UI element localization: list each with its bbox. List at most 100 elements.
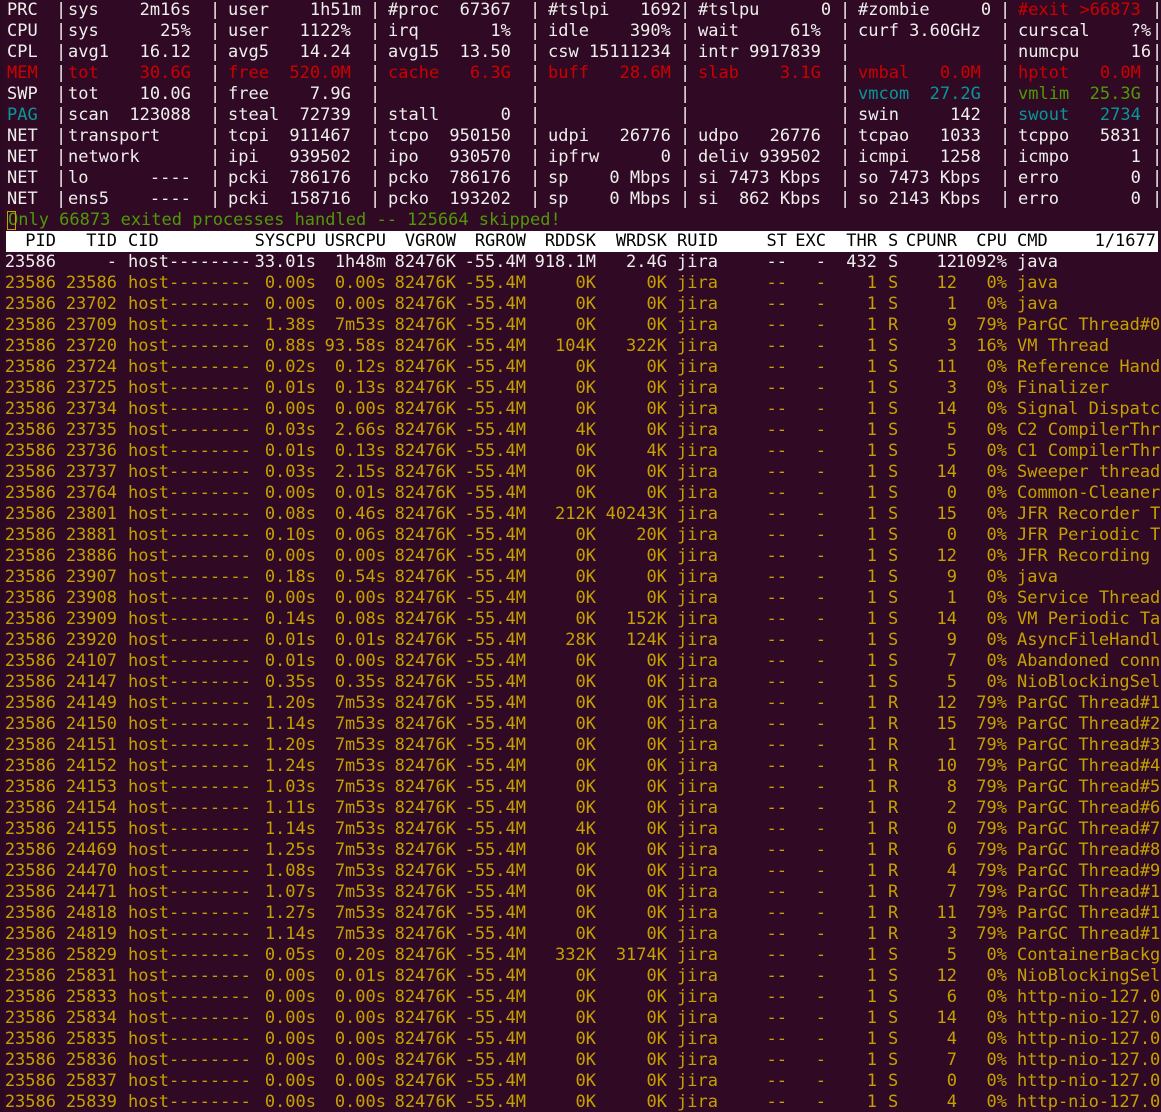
- thread-row[interactable]: 23586 23709 host-------- 1.38s 7m53s 82476K -5…: [0, 315, 1161, 336]
- cell-exc: -: [815, 441, 826, 461]
- cell-ruid: jira: [677, 504, 718, 524]
- thread-row[interactable]: 23586 23881 host-------- 0.10s 0.06s 82476K -5…: [0, 525, 1161, 546]
- cell-cmd: JFR Recorder T: [1017, 504, 1161, 524]
- cell-pid: 23586: [4, 378, 56, 398]
- cell-vgrow: 82476K: [394, 651, 456, 671]
- column-separator: |: [1152, 126, 1161, 146]
- terminal-window[interactable]: PRC | | | | | | | | sys 2m16s user 1h51m #proc 6736…: [0, 0, 1161, 1112]
- cell-cpunr: 10: [936, 756, 957, 776]
- summary-field: ipi 939502: [228, 147, 351, 167]
- summary-field: sys 2m16s: [68, 0, 191, 20]
- column-separator: |: [840, 63, 851, 83]
- cell-cid: host--------: [128, 525, 251, 545]
- cell-cpunr: 12: [936, 252, 957, 272]
- thread-row[interactable]: 23586 23886 host-------- 0.00s 0.00s 82476K -5…: [0, 546, 1161, 567]
- cell-rddsk: 0K: [575, 1029, 596, 1049]
- cell-cpunr: 4: [946, 1092, 957, 1112]
- cell-ruid: jira: [677, 672, 718, 692]
- thread-row[interactable]: 23586 24107 host-------- 0.01s 0.00s 82476K -5…: [0, 651, 1161, 672]
- cell-cid: host--------: [128, 588, 251, 608]
- cell-thr: 1: [866, 315, 877, 335]
- column-header-s: S: [888, 231, 899, 251]
- cell-cid: host--------: [128, 840, 251, 860]
- thread-row[interactable]: 23586 24153 host-------- 1.03s 7m53s 82476K -5…: [0, 777, 1161, 798]
- thread-row[interactable]: 23586 23909 host-------- 0.14s 0.08s 82476K -5…: [0, 609, 1161, 630]
- thread-row[interactable]: 23586 24469 host-------- 1.25s 7m53s 82476K -5…: [0, 840, 1161, 861]
- thread-row[interactable]: 23586 23702 host-------- 0.00s 0.00s 82476K -5…: [0, 294, 1161, 315]
- cell-cid: host--------: [128, 252, 251, 272]
- thread-row[interactable]: 23586 23720 host-------- 0.88s 93.58s 82476K -…: [0, 336, 1161, 357]
- cell-rgrow: -55.4M: [464, 630, 526, 650]
- cell-cpunr: 12: [936, 693, 957, 713]
- column-separator: |: [1152, 168, 1161, 188]
- thread-row[interactable]: 23586 23764 host-------- 0.00s 0.01s 82476K -5…: [0, 483, 1161, 504]
- thread-row[interactable]: 23586 25831 host-------- 0.00s 0.01s 82476K -5…: [0, 966, 1161, 987]
- thread-row[interactable]: 23586 23737 host-------- 0.03s 2.15s 82476K -5…: [0, 462, 1161, 483]
- cell-cpunr: 12: [936, 966, 957, 986]
- cell-cpu: 79%: [976, 777, 1007, 797]
- summary-field: vmcom 27.2G: [858, 84, 981, 104]
- thread-row[interactable]: 23586 23920 host-------- 0.01s 0.01s 82476K -5…: [0, 630, 1161, 651]
- thread-row[interactable]: 23586 23735 host-------- 0.03s 2.66s 82476K -5…: [0, 420, 1161, 441]
- cell-exc: -: [815, 315, 826, 335]
- cell-cpu: 79%: [976, 840, 1007, 860]
- cell-cpu: 0%: [986, 273, 1007, 293]
- cell-cpunr: 6: [946, 840, 957, 860]
- thread-row[interactable]: 23586 24818 host-------- 1.27s 7m53s 82476K -5…: [0, 903, 1161, 924]
- cell-rgrow: -55.4M: [464, 1071, 526, 1091]
- cell-wrdsk: 0K: [646, 756, 667, 776]
- thread-row[interactable]: 23586 25835 host-------- 0.00s 0.00s 82476K -5…: [0, 1029, 1161, 1050]
- cell-s: S: [888, 567, 899, 587]
- summary-field: avg5 14.24: [228, 42, 351, 62]
- cell-cpu: 0%: [986, 441, 1007, 461]
- thread-row[interactable]: 23586 23736 host-------- 0.01s 0.13s 82476K -5…: [0, 441, 1161, 462]
- thread-row[interactable]: 23586 24149 host-------- 1.20s 7m53s 82476K -5…: [0, 693, 1161, 714]
- thread-row[interactable]: 23586 25833 host-------- 0.00s 0.00s 82476K -5…: [0, 987, 1161, 1008]
- thread-row[interactable]: 23586 24151 host-------- 1.20s 7m53s 82476K -5…: [0, 735, 1161, 756]
- cell-usrcpu: 0.00s: [334, 651, 386, 671]
- thread-row[interactable]: 23586 23586 host-------- 0.00s 0.00s 82476K -5…: [0, 273, 1161, 294]
- thread-row[interactable]: 23586 23734 host-------- 0.00s 0.00s 82476K -5…: [0, 399, 1161, 420]
- summary-row-cpl: CPL | | | | | | | | avg1 16.12 avg5 14.24 avg15 13.…: [0, 42, 1161, 63]
- thread-row[interactable]: 23586 24819 host-------- 1.14s 7m53s 82476K -5…: [0, 924, 1161, 945]
- thread-row[interactable]: 23586 24155 host-------- 1.14s 7m53s 82476K -5…: [0, 819, 1161, 840]
- cell-cpu: 0%: [986, 630, 1007, 650]
- thread-row[interactable]: 23586 24154 host-------- 1.11s 7m53s 82476K -5…: [0, 798, 1161, 819]
- thread-row[interactable]: 23586 25836 host-------- 0.00s 0.00s 82476K -5…: [0, 1050, 1161, 1071]
- cell-wrdsk: 0K: [646, 567, 667, 587]
- thread-row[interactable]: 23586 23724 host-------- 0.02s 0.12s 82476K -5…: [0, 357, 1161, 378]
- process-row-main[interactable]: 23586- host-------- 33.01s 1h48m 82476K -55.4…: [0, 252, 1161, 273]
- thread-row[interactable]: 23586 24152 host-------- 1.24s 7m53s 82476K -5…: [0, 756, 1161, 777]
- thread-row[interactable]: 23586 25837 host-------- 0.00s 0.00s 82476K -5…: [0, 1071, 1161, 1092]
- thread-row[interactable]: 23586 24471 host-------- 1.07s 7m53s 82476K -5…: [0, 882, 1161, 903]
- thread-row[interactable]: 23586 24470 host-------- 1.08s 7m53s 82476K -5…: [0, 861, 1161, 882]
- cell-vgrow: 82476K: [394, 525, 456, 545]
- thread-row[interactable]: 23586 25834 host-------- 0.00s 0.00s 82476K -5…: [0, 1008, 1161, 1029]
- thread-row[interactable]: 23586 25839 host-------- 0.00s 0.00s 82476K -5…: [0, 1092, 1161, 1112]
- cell-pid: 23586: [4, 504, 56, 524]
- cell-rgrow: -55.4M: [464, 294, 526, 314]
- column-header-cid: CID: [128, 231, 159, 251]
- thread-row[interactable]: 23586 24150 host-------- 1.14s 7m53s 82476K -5…: [0, 714, 1161, 735]
- cell-exc: -: [815, 294, 826, 314]
- cell-thr: 1: [866, 273, 877, 293]
- cell-cmd: http-nio-127.0: [1017, 1050, 1161, 1070]
- cell-syscpu: 0.01s: [264, 378, 316, 398]
- cell-tid: -: [106, 252, 117, 272]
- thread-row[interactable]: 23586 24147 host-------- 0.35s 0.35s 82476K -5…: [0, 672, 1161, 693]
- cell-st: --: [766, 651, 787, 671]
- column-separator: |: [1152, 21, 1161, 41]
- thread-row[interactable]: 23586 23907 host-------- 0.18s 0.54s 82476K -5…: [0, 567, 1161, 588]
- cell-vgrow: 82476K: [394, 777, 456, 797]
- column-separator: |: [370, 0, 381, 20]
- cell-tid: 25839: [65, 1092, 117, 1112]
- cell-syscpu: 33.01s: [254, 252, 316, 272]
- column-separator: |: [56, 105, 67, 125]
- thread-row[interactable]: 23586 25829 host-------- 0.05s 0.20s 82476K -5…: [0, 945, 1161, 966]
- column-separator: |: [370, 189, 381, 209]
- cell-thr: 1: [866, 378, 877, 398]
- thread-row[interactable]: 23586 23801 host-------- 0.08s 0.46s 82476K -5…: [0, 504, 1161, 525]
- cell-exc: -: [815, 546, 826, 566]
- thread-row[interactable]: 23586 23725 host-------- 0.01s 0.13s 82476K -5…: [0, 378, 1161, 399]
- thread-row[interactable]: 23586 23908 host-------- 0.00s 0.00s 82476K -5…: [0, 588, 1161, 609]
